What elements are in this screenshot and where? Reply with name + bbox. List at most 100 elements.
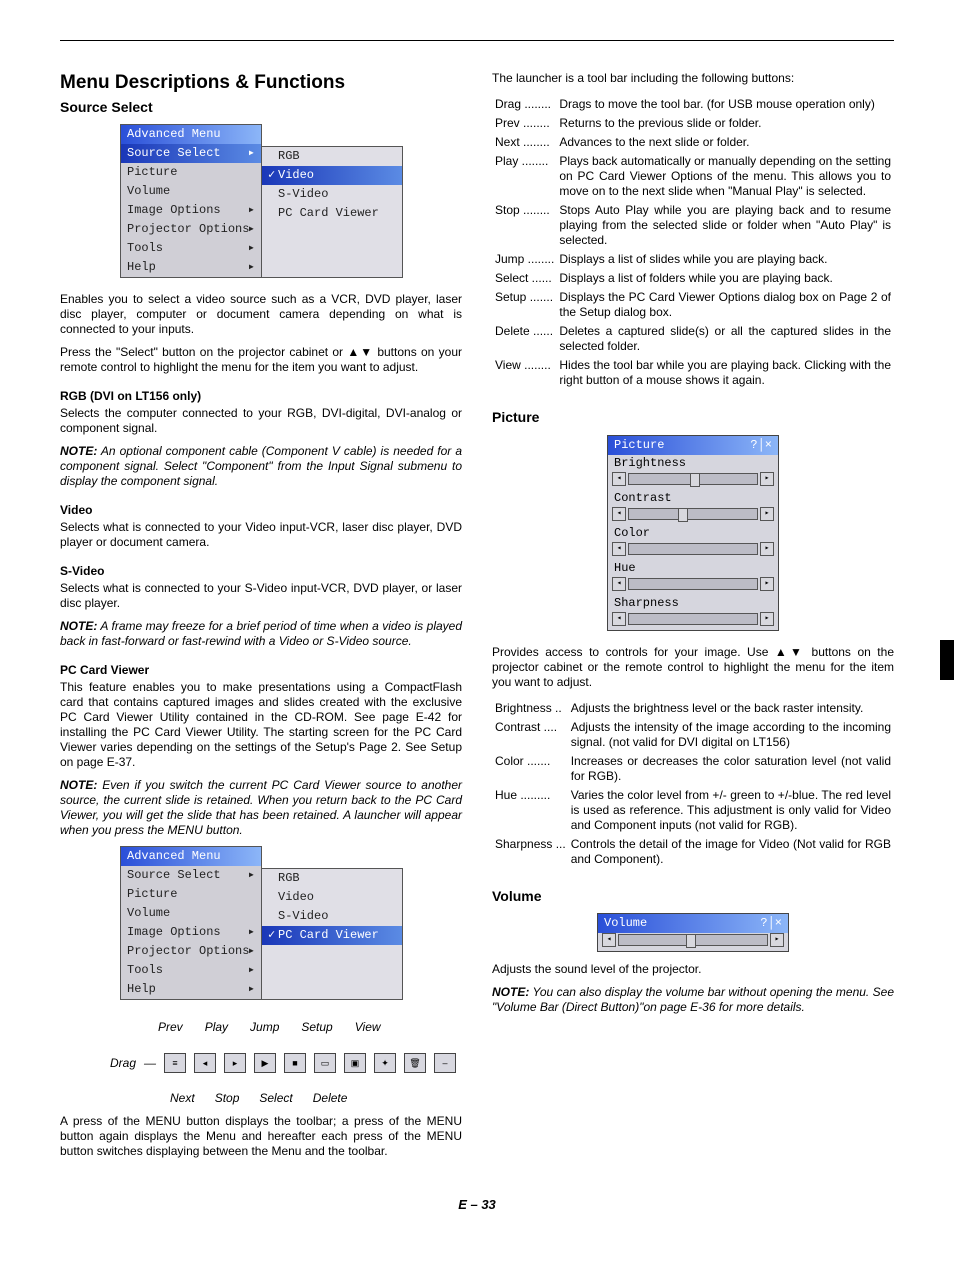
m2-picture[interactable]: Picture	[121, 885, 261, 904]
volume-heading: Volume	[492, 888, 894, 906]
m2-tools[interactable]: Tools▸	[121, 961, 261, 980]
volume-dialog: Volume ?│× ◂ ▸	[597, 913, 789, 952]
tb-btn-jump[interactable]: ▭	[314, 1053, 336, 1073]
m2-sub-rgb[interactable]: RGB	[262, 869, 402, 888]
picture-table: Brightness ..Adjusts the brightness leve…	[492, 698, 894, 870]
picture-p: Provides access to controls for your ima…	[492, 645, 894, 690]
submenu-rgb[interactable]: RGB	[262, 147, 402, 166]
desc-def: Advances to the next slide or folder.	[558, 134, 892, 151]
m2-sub-pccard[interactable]: ✓PC Card Viewer	[262, 926, 402, 945]
menu-item-picture[interactable]: Picture	[121, 163, 261, 182]
tb-btn-setup[interactable]: ✦	[374, 1053, 396, 1073]
desc-def: Displays the PC Card Viewer Options dial…	[558, 289, 892, 321]
launcher-intro: The launcher is a tool bar including the…	[492, 71, 894, 86]
svideo-note: NOTE: A frame may freeze for a brief per…	[60, 619, 462, 649]
desc-def: Drags to move the tool bar. (for USB mou…	[558, 96, 892, 113]
tb-label-setup: Setup	[301, 1020, 332, 1035]
desc-def: Increases or decreases the color saturat…	[570, 753, 892, 785]
video-heading: Video	[60, 503, 462, 518]
pic-row-contrast: Contrast	[608, 490, 778, 507]
dialog-controls-icon[interactable]: ?│×	[750, 438, 772, 453]
source-select-menu-2: Advanced Menu Source Select▸ Picture Vol…	[120, 846, 462, 1000]
desc-def: Plays back automatically or manually dep…	[558, 153, 892, 200]
menu-item-image-options[interactable]: Image Options▸	[121, 201, 261, 220]
volume-p: Adjusts the sound level of the projector…	[492, 962, 894, 977]
picture-dialog-title: Picture	[614, 438, 664, 453]
volume-dialog-title: Volume	[604, 916, 647, 931]
tb-btn-play[interactable]: ▶	[254, 1053, 276, 1073]
launcher-table: Drag ........Drags to move the tool bar.…	[492, 94, 894, 391]
src-p2: Press the "Select" button on the project…	[60, 345, 462, 375]
desc-def: Adjusts the intensity of the image accor…	[570, 719, 892, 751]
tb-label-drag: Drag	[110, 1056, 136, 1071]
desc-def: Returns to the previous slide or folder.	[558, 115, 892, 132]
submenu-video[interactable]: ✓Video	[262, 166, 402, 185]
m2-source-select[interactable]: Source Select▸	[121, 866, 261, 885]
tb-label-stop: Stop	[215, 1091, 240, 1106]
menu-item-source-select[interactable]: Source Select▸	[121, 144, 261, 163]
menu2-title: Advanced Menu	[121, 847, 261, 866]
menu-item-projector-options[interactable]: Projector Options▸	[121, 220, 261, 239]
desc-term: Select ......	[494, 270, 556, 287]
desc-term: Hue .........	[494, 787, 568, 834]
submenu-svideo[interactable]: S-Video	[262, 185, 402, 204]
tb-label-delete: Delete	[313, 1091, 348, 1106]
top-rule	[60, 40, 894, 41]
tb-btn-prev[interactable]: ◂	[194, 1053, 216, 1073]
menu-item-volume[interactable]: Volume	[121, 182, 261, 201]
desc-term: Color .......	[494, 753, 568, 785]
pccard-heading: PC Card Viewer	[60, 663, 462, 678]
m2-sub-svideo[interactable]: S-Video	[262, 907, 402, 926]
tb-label-play: Play	[205, 1020, 228, 1035]
desc-def: Stops Auto Play while you are playing ba…	[558, 202, 892, 249]
page-number: E – 33	[60, 1197, 894, 1213]
submenu-pccard[interactable]: PC Card Viewer	[262, 204, 402, 223]
tb-btn-delete[interactable]: 🗑	[404, 1053, 426, 1073]
menu-title: Advanced Menu	[121, 125, 261, 144]
right-arrow-icon[interactable]: ▸	[770, 933, 784, 947]
tb-btn-select[interactable]: ▣	[344, 1053, 366, 1073]
desc-term: Stop ........	[494, 202, 556, 249]
right-column: The launcher is a tool bar including the…	[492, 71, 894, 1167]
pic-row-sharpness: Sharpness	[608, 595, 778, 612]
toolbar-diagram: Prev Play Jump Setup View Drag — ≡ ◂ ▸ ▶…	[110, 1020, 462, 1106]
svideo-p: Selects what is connected to your S-Vide…	[60, 581, 462, 611]
desc-def: Displays a list of slides while you are …	[558, 251, 892, 268]
menu-item-tools[interactable]: Tools▸	[121, 239, 261, 258]
left-arrow-icon[interactable]: ◂	[602, 933, 616, 947]
desc-def: Displays a list of folders while you are…	[558, 270, 892, 287]
tb-label-select: Select	[259, 1091, 292, 1106]
menu-item-help[interactable]: Help▸	[121, 258, 261, 277]
svideo-heading: S-Video	[60, 564, 462, 579]
desc-term: Jump ........	[494, 251, 556, 268]
source-select-heading: Source Select	[60, 99, 462, 117]
desc-term: Setup .......	[494, 289, 556, 321]
left-arrow-icon[interactable]: ◂	[612, 472, 626, 486]
m2-volume[interactable]: Volume	[121, 904, 261, 923]
tb-btn-stop[interactable]: ■	[284, 1053, 306, 1073]
m2-projector-options[interactable]: Projector Options▸	[121, 942, 261, 961]
tb-btn-drag[interactable]: ≡	[164, 1053, 186, 1073]
desc-term: Play ........	[494, 153, 556, 200]
m2-image-options[interactable]: Image Options▸	[121, 923, 261, 942]
src-p1: Enables you to select a video source suc…	[60, 292, 462, 337]
desc-def: Adjusts the brightness level or the back…	[570, 700, 892, 717]
dialog-controls-icon[interactable]: ?│×	[760, 916, 782, 931]
m2-help[interactable]: Help▸	[121, 980, 261, 999]
desc-def: Controls the detail of the image for Vid…	[570, 836, 892, 868]
tb-label-next: Next	[170, 1091, 195, 1106]
tb-label-jump: Jump	[250, 1020, 279, 1035]
page-title: Menu Descriptions & Functions	[60, 71, 462, 95]
rgb-heading: RGB (DVI on LT156 only)	[60, 389, 462, 404]
m2-sub-video[interactable]: Video	[262, 888, 402, 907]
tb-btn-view[interactable]: –	[434, 1053, 456, 1073]
video-p: Selects what is connected to your Video …	[60, 520, 462, 550]
pccard-note: NOTE: Even if you switch the current PC …	[60, 778, 462, 838]
tb-btn-next[interactable]: ▸	[224, 1053, 246, 1073]
source-select-menu-1: Advanced Menu Source Select▸ Picture Vol…	[120, 124, 462, 278]
tb-label-prev: Prev	[158, 1020, 183, 1035]
rgb-p: Selects the computer connected to your R…	[60, 406, 462, 436]
desc-term: Sharpness ...	[494, 836, 568, 868]
right-arrow-icon[interactable]: ▸	[760, 472, 774, 486]
pic-row-brightness: Brightness	[608, 455, 778, 472]
